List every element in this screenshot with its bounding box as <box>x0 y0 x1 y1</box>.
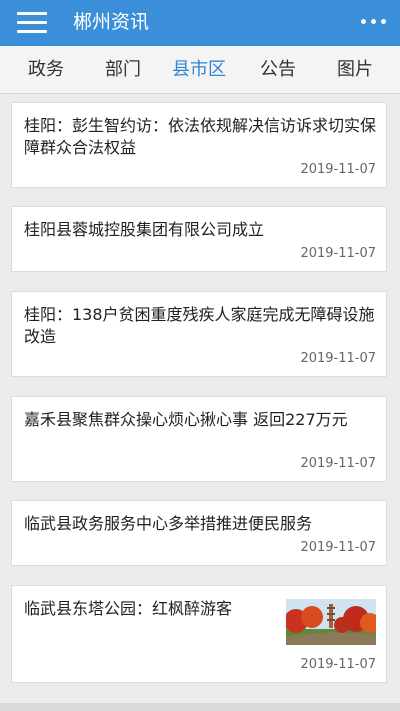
app-title: 郴州资讯 <box>73 11 150 33</box>
news-title: 桂阳县蓉城控股集团有限公司成立 <box>24 220 265 239</box>
park-thumbnail-image <box>286 599 376 645</box>
news-item[interactable]: 临武县政务服务中心多举措推进便民服务 2019-11-07 <box>11 500 387 566</box>
tab-gonggao[interactable]: 公告 <box>260 46 296 93</box>
news-item[interactable]: 桂阳：彭生智约访：依法依规解决信访诉求切实保障群众合法权益 2019-11-07 <box>11 102 387 188</box>
tab-bumen[interactable]: 部门 <box>105 46 141 93</box>
news-item[interactable]: 临武县东塔公园：红枫醉游客 2019-11-07 <box>11 585 387 683</box>
more-options-icon[interactable] <box>360 19 388 27</box>
news-item[interactable]: 嘉禾县聚焦群众操心烦心揪心事 返回227万元 2019-11-07 <box>11 396 387 482</box>
news-item[interactable]: 桂阳县蓉城控股集团有限公司成立 2019-11-07 <box>11 206 387 272</box>
tab-xianshiqu[interactable]: 县市区 <box>172 46 226 93</box>
app-bar: 郴州资讯 <box>0 0 400 46</box>
next-item-edge <box>0 703 400 711</box>
news-item[interactable]: 桂阳：138户贫困重度残疾人家庭完成无障碍设施改造 2019-11-07 <box>11 291 387 377</box>
news-date: 2019-11-07 <box>300 657 376 672</box>
news-title: 桂阳：138户贫困重度残疾人家庭完成无障碍设施改造 <box>24 305 375 346</box>
news-title: 嘉禾县聚焦群众操心烦心揪心事 返回227万元 <box>24 410 348 429</box>
tab-tupian[interactable]: 图片 <box>337 46 373 93</box>
news-date: 2019-11-07 <box>300 456 376 471</box>
hamburger-menu-icon[interactable] <box>17 11 47 35</box>
news-date: 2019-11-07 <box>300 162 376 177</box>
news-date: 2019-11-07 <box>300 351 376 366</box>
news-date: 2019-11-07 <box>300 246 376 261</box>
news-title: 桂阳：彭生智约访：依法依规解决信访诉求切实保障群众合法权益 <box>24 116 377 157</box>
category-tabs: 政务 部门 县市区 公告 图片 <box>0 46 400 94</box>
news-title: 临武县东塔公园：红枫醉游客 <box>24 599 233 618</box>
news-title: 临武县政务服务中心多举措推进便民服务 <box>24 514 313 533</box>
news-date: 2019-11-07 <box>300 540 376 555</box>
tab-zhengwu[interactable]: 政务 <box>28 46 64 93</box>
